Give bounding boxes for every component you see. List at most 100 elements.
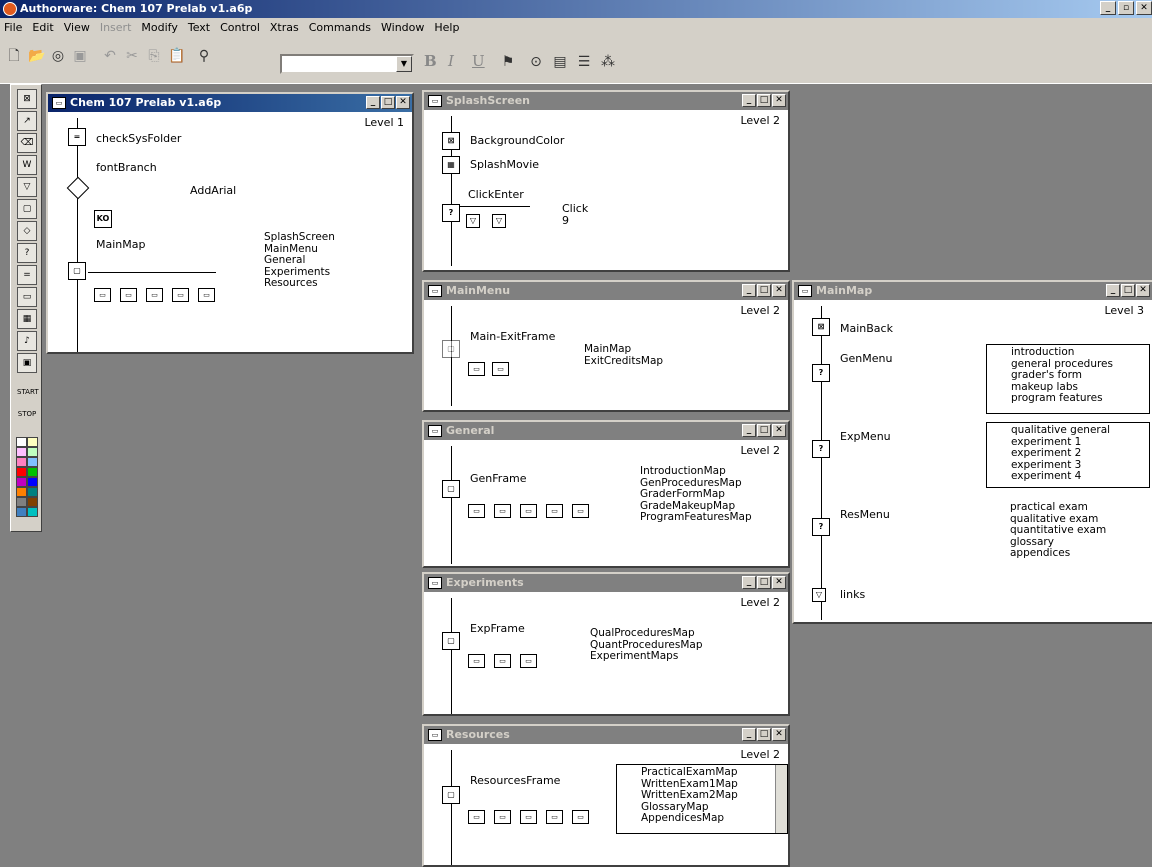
close-button[interactable]: ✕ xyxy=(1136,284,1150,297)
swatch[interactable] xyxy=(27,437,38,447)
navigate-icon[interactable]: ▽ xyxy=(17,177,37,197)
menu-window[interactable]: Window xyxy=(381,21,424,34)
map-icon[interactable]: ▭ xyxy=(468,654,485,668)
ko-icon[interactable]: KO xyxy=(94,210,112,228)
underline-button[interactable]: U xyxy=(472,52,485,70)
swatch[interactable] xyxy=(16,437,27,447)
menu-insert[interactable]: Insert xyxy=(100,21,132,34)
functions-icon[interactable]: ▤ xyxy=(552,54,568,70)
map-icon[interactable]: ▭ xyxy=(572,810,589,824)
decision-icon[interactable]: ◇ xyxy=(17,221,37,241)
genmenu-listbox[interactable]: introduction general procedures grader's… xyxy=(986,344,1150,414)
minimize-button[interactable]: _ xyxy=(742,728,756,741)
start-flag-icon[interactable]: START xyxy=(17,383,39,403)
scrollbar[interactable] xyxy=(775,765,787,833)
menu-control[interactable]: Control xyxy=(220,21,260,34)
map-icon[interactable]: ▭ xyxy=(546,810,563,824)
swatch[interactable] xyxy=(16,477,27,487)
menu-commands[interactable]: Commands xyxy=(309,21,371,34)
map-icon[interactable]: ▭ xyxy=(520,654,537,668)
menu-modify[interactable]: Modify xyxy=(141,21,177,34)
display-icon[interactable]: ⊠ xyxy=(442,132,460,150)
close-button[interactable]: ✕ xyxy=(772,94,786,107)
swatch[interactable] xyxy=(27,477,38,487)
map-icon[interactable]: ▭ xyxy=(468,810,485,824)
display-icon[interactable]: ⊠ xyxy=(17,89,37,109)
resources-listbox[interactable]: PracticalExamMap WrittenExam1Map Written… xyxy=(616,764,788,834)
interaction-icon[interactable]: ? xyxy=(812,364,830,382)
map-icon[interactable]: ▭ xyxy=(572,504,589,518)
calculation-icon[interactable]: = xyxy=(68,128,86,146)
framework-icon[interactable]: ▢ xyxy=(68,262,86,280)
maximize-button[interactable]: □ xyxy=(757,94,771,107)
menu-view[interactable]: View xyxy=(64,21,90,34)
chevron-down-icon[interactable]: ▼ xyxy=(396,56,412,72)
map-icon[interactable]: ▭ xyxy=(468,504,485,518)
close-button[interactable]: ✕ xyxy=(772,576,786,589)
swatch[interactable] xyxy=(16,467,27,477)
map-icon[interactable]: ▭ xyxy=(172,288,189,302)
map-icon[interactable]: ▭ xyxy=(492,362,509,376)
sound-icon[interactable]: ♪ xyxy=(17,331,37,351)
maximize-button[interactable]: □ xyxy=(757,284,771,297)
italic-button[interactable]: I xyxy=(448,52,454,70)
close-button[interactable]: ✕ xyxy=(772,284,786,297)
map-icon[interactable]: ▭ xyxy=(120,288,137,302)
menu-file[interactable]: File xyxy=(4,21,22,34)
swatch[interactable] xyxy=(16,497,27,507)
map-icon[interactable]: ▭ xyxy=(494,810,511,824)
swatch[interactable] xyxy=(27,457,38,467)
menu-text[interactable]: Text xyxy=(188,21,210,34)
expmenu-listbox[interactable]: qualitative general experiment 1 experim… xyxy=(986,422,1150,488)
erase-icon[interactable]: ⌫ xyxy=(17,133,37,153)
map-icon[interactable]: ▭ xyxy=(94,288,111,302)
framework-icon[interactable]: ▢ xyxy=(17,199,37,219)
maximize-button[interactable]: □ xyxy=(757,576,771,589)
open-file-icon[interactable]: 📂 xyxy=(28,48,45,64)
interaction-icon[interactable]: ? xyxy=(442,204,460,222)
bold-button[interactable]: B xyxy=(424,52,437,70)
motion-icon[interactable]: ↗ xyxy=(17,111,37,131)
minimize-button[interactable]: _ xyxy=(1100,1,1116,15)
minimize-button[interactable]: _ xyxy=(742,94,756,107)
menu-help[interactable]: Help xyxy=(434,21,459,34)
wait-icon[interactable]: W xyxy=(17,155,37,175)
map-icon[interactable]: ▭ xyxy=(520,504,537,518)
swatch[interactable] xyxy=(16,487,27,497)
swatch[interactable] xyxy=(27,497,38,507)
control-panel-icon[interactable]: ⊙ xyxy=(528,54,544,70)
framework-icon[interactable]: ▢ xyxy=(442,340,460,358)
save-icon[interactable]: ▣ xyxy=(72,48,88,64)
minimize-button[interactable]: _ xyxy=(742,424,756,437)
map-icon[interactable]: ▭ xyxy=(494,504,511,518)
undo-icon[interactable]: ↶ xyxy=(102,48,118,64)
import-icon[interactable]: ◎ xyxy=(50,48,66,64)
new-file-icon[interactable]: 🗋 xyxy=(6,48,22,64)
swatch[interactable] xyxy=(27,447,38,457)
map-icon[interactable]: ▭ xyxy=(546,504,563,518)
restore-button[interactable]: ▫ xyxy=(1118,1,1134,15)
framework-icon[interactable]: ▢ xyxy=(442,632,460,650)
help-pointer-icon[interactable]: ⁂ xyxy=(600,54,616,70)
interaction-icon[interactable]: ? xyxy=(17,243,37,263)
response-icon[interactable]: ▽ xyxy=(466,214,480,228)
swatch[interactable] xyxy=(16,457,27,467)
minimize-button[interactable]: _ xyxy=(742,576,756,589)
calculation-icon[interactable]: = xyxy=(17,265,37,285)
video-icon[interactable]: ▣ xyxy=(17,353,37,373)
map-icon[interactable]: ▭ xyxy=(494,654,511,668)
map-icon[interactable]: ▭ xyxy=(468,362,485,376)
swatch[interactable] xyxy=(27,507,38,517)
menu-xtras[interactable]: Xtras xyxy=(270,21,299,34)
display-icon[interactable]: ⊠ xyxy=(812,318,830,336)
close-button[interactable]: ✕ xyxy=(1136,1,1152,15)
swatch[interactable] xyxy=(16,507,27,517)
swatch[interactable] xyxy=(27,487,38,497)
framework-icon[interactable]: ▢ xyxy=(442,480,460,498)
framework-icon[interactable]: ▢ xyxy=(442,786,460,804)
interaction-icon[interactable]: ? xyxy=(812,518,830,536)
map-icon[interactable]: ▭ xyxy=(520,810,537,824)
map-icon[interactable]: ▭ xyxy=(198,288,215,302)
map-icon[interactable]: ▭ xyxy=(17,287,37,307)
text-style-dropdown[interactable]: ▼ xyxy=(280,54,414,74)
